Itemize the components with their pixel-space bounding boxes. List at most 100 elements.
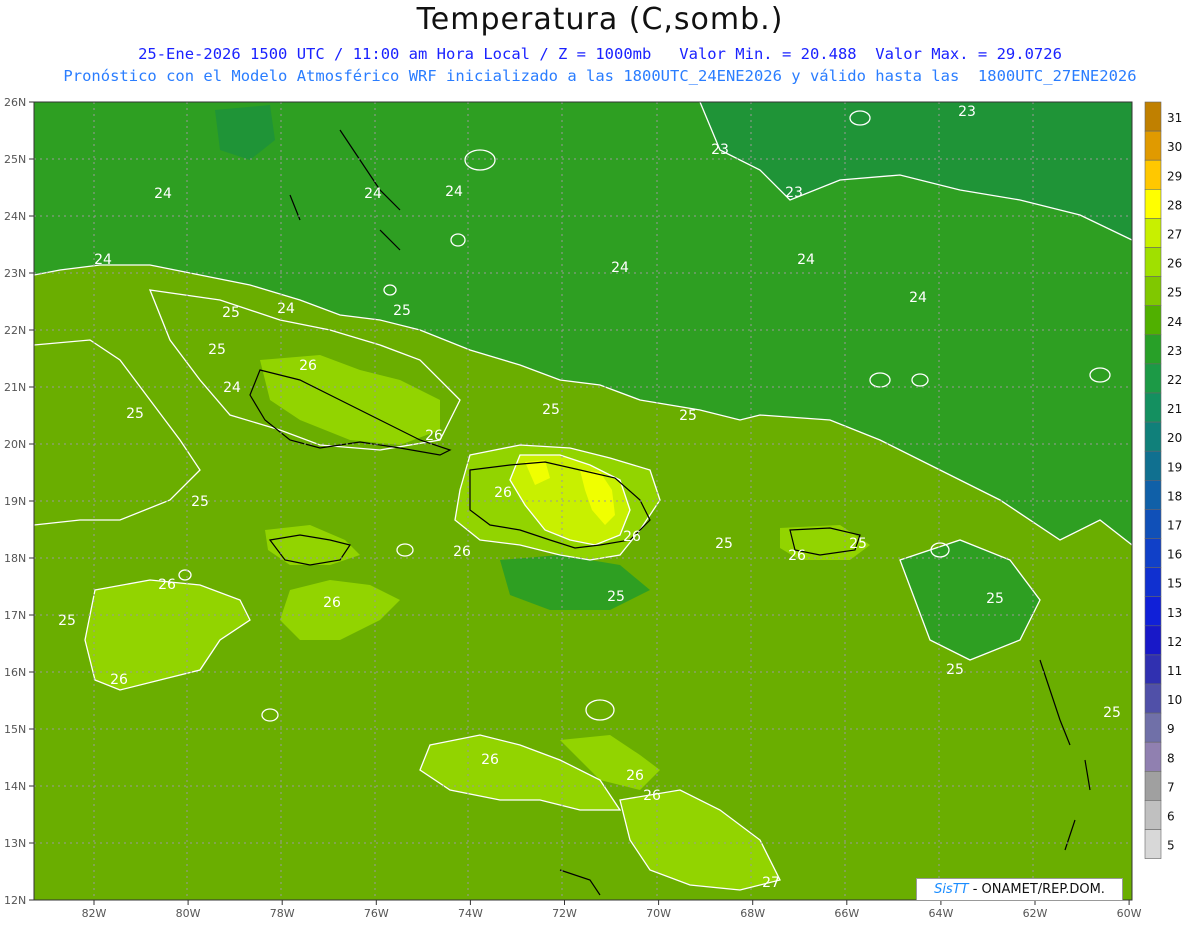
lat-label: 23N [4, 267, 26, 280]
contour-label: 25 [222, 305, 240, 321]
lon-label: 78W [270, 907, 295, 920]
lat-label: 20N [4, 438, 26, 451]
colorbar-label: 24 [1167, 315, 1182, 329]
lat-label: 14N [4, 780, 26, 793]
contour-label: 25 [607, 589, 625, 605]
colorbar-swatch [1144, 654, 1162, 685]
colorbar-label: 21 [1167, 402, 1182, 416]
contour-label: 26 [626, 768, 644, 784]
contour-label: 26 [425, 428, 443, 444]
lat-label: 22N [4, 324, 26, 337]
lon-label: 62W [1023, 907, 1048, 920]
longitude-axis: 82W 80W 78W 76W 74W 72W 70W 68W 66W 64W 62W 60W [82, 900, 1142, 920]
colorbar-label: 28 [1167, 198, 1182, 212]
colorbar-swatch [1144, 509, 1162, 539]
contour-label: 24 [364, 186, 382, 202]
colorbar-swatch [1144, 829, 1162, 859]
contour-label: 26 [323, 595, 341, 611]
colorbar-swatch [1144, 305, 1162, 336]
colorbar-swatch [1144, 159, 1162, 190]
lat-label: 16N [4, 666, 26, 679]
credit-box: SisTT - ONAMET/REP.DOM. [916, 878, 1123, 901]
contour-label: 25 [542, 402, 560, 418]
contour-label: 25 [715, 536, 733, 552]
contour-label: 24 [611, 260, 629, 276]
valid-time-line: 25-Ene-2026 1500 UTC / 11:00 am Hora Loc… [138, 45, 1062, 63]
colorbar-swatch [1144, 421, 1162, 452]
contour-label: 25 [1103, 705, 1121, 721]
contour-label: 26 [299, 358, 317, 374]
lat-label: 12N [4, 894, 26, 907]
colorbar-label: 18 [1167, 489, 1182, 503]
colorbar-label: 19 [1167, 460, 1182, 474]
lon-label: 74W [458, 907, 483, 920]
sispi-logo: SisTT [934, 882, 969, 897]
colorbar-swatch [1144, 276, 1162, 307]
colorbar-swatch [1144, 683, 1162, 714]
colorbar-swatch [1144, 596, 1162, 627]
colorbar-label: 30 [1167, 140, 1182, 154]
colorbar-swatch [1144, 189, 1162, 219]
contour-label: 26 [481, 752, 499, 768]
colorbar-swatch [1144, 538, 1162, 568]
lon-label: 80W [176, 907, 201, 920]
colorbar-label: 20 [1167, 431, 1182, 445]
contour-label: 24 [94, 252, 112, 268]
temperature-map: 24 24 24 24 24 24 24 24 24 23 23 23 25 25 25 25 25 25 25 25… [4, 96, 1182, 920]
colorbar-swatch [1144, 567, 1162, 597]
colorbar-label: 23 [1167, 344, 1182, 358]
colorbar-label: 16 [1167, 548, 1182, 562]
contour-label: 25 [679, 408, 697, 424]
lat-label: 19N [4, 495, 26, 508]
lon-label: 64W [928, 907, 953, 920]
lon-label: 66W [834, 907, 859, 920]
colorbar-label: 15 [1167, 577, 1182, 591]
credit-text: - ONAMET/REP.DOM. [968, 882, 1105, 897]
contour-label: 27 [762, 875, 780, 891]
contour-label: 25 [986, 591, 1004, 607]
lon-label: 68W [740, 907, 765, 920]
contour-label: 23 [711, 142, 729, 158]
lat-label: 13N [4, 837, 26, 850]
contour-label: 26 [158, 577, 176, 593]
colorbar-label: 26 [1167, 257, 1182, 271]
colorbar-label: 29 [1167, 169, 1182, 183]
colorbar-swatch [1144, 479, 1162, 510]
lon-label: 76W [364, 907, 389, 920]
lat-label: 21N [4, 381, 26, 394]
colorbar-label: 5 [1167, 839, 1175, 853]
lat-label: 18N [4, 552, 26, 565]
colorbar-swatch [1144, 363, 1162, 394]
lon-label: 72W [552, 907, 577, 920]
colorbar-swatch [1144, 712, 1162, 743]
colorbar-label: 11 [1167, 664, 1182, 678]
colorbar-swatch [1144, 218, 1162, 248]
contour-label: 26 [788, 548, 806, 564]
contour-label: 24 [445, 184, 463, 200]
lat-label: 26N [4, 96, 26, 109]
contour-label: 25 [191, 494, 209, 510]
colorbar-label: 12 [1167, 635, 1182, 649]
lat-label: 15N [4, 723, 26, 736]
colorbar-swatch [1144, 392, 1162, 423]
model-info-line: Pronóstico con el Modelo Atmosférico WRF… [63, 67, 1137, 85]
lat-label: 25N [4, 153, 26, 166]
contour-label: 25 [208, 342, 226, 358]
colorbar-label: 22 [1167, 373, 1182, 387]
contour-label: 24 [154, 186, 172, 202]
colorbar-label: 13 [1167, 606, 1182, 620]
lon-label: 82W [82, 907, 107, 920]
colorbar-swatch [1144, 247, 1162, 277]
lat-label: 24N [4, 210, 26, 223]
colorbar-swatch [1144, 625, 1162, 656]
colorbar-label: 27 [1167, 228, 1182, 242]
contour-label: 23 [785, 185, 803, 201]
colorbar-swatch [1144, 800, 1162, 830]
contour-label: 25 [126, 406, 144, 422]
contour-label: 26 [494, 485, 512, 501]
colorbar-swatch [1144, 770, 1162, 801]
colorbar-swatch [1144, 101, 1162, 132]
lon-label: 60W [1117, 907, 1142, 920]
contour-label: 25 [393, 303, 411, 319]
contour-label: 25 [946, 662, 964, 678]
